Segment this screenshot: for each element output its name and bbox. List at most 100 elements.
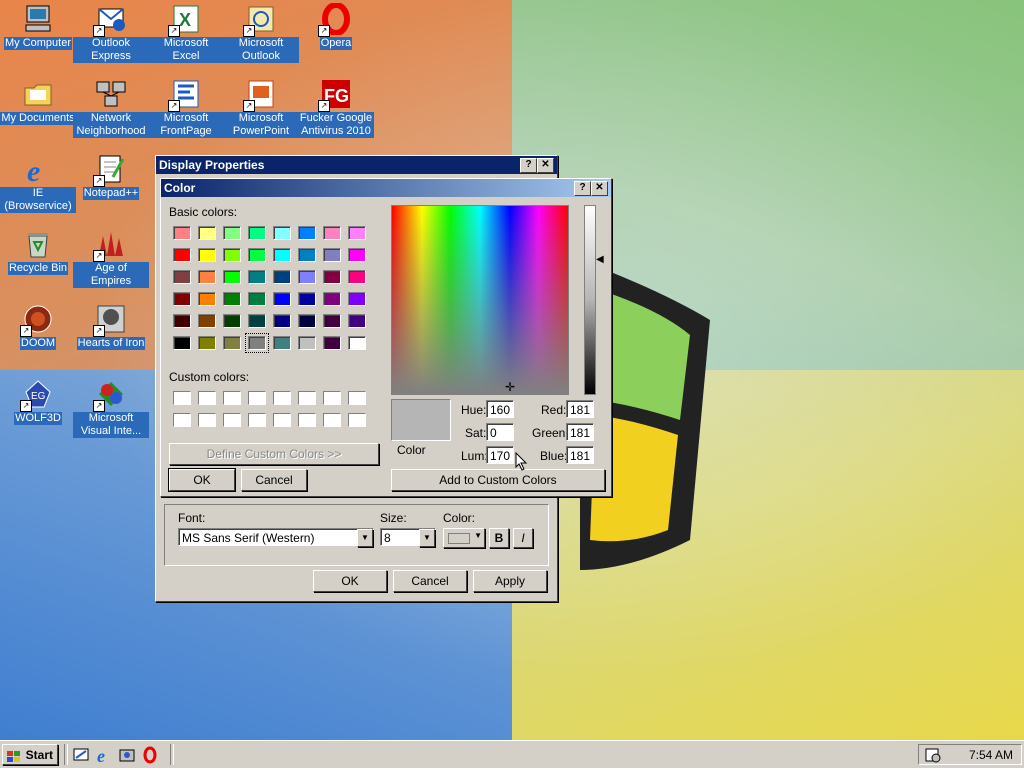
basic-color-swatch[interactable] (223, 270, 241, 284)
clock[interactable]: 7:54 AM (969, 745, 1013, 766)
desktop-icon-doom[interactable]: ↗ DOOM (0, 303, 76, 350)
basic-color-swatch[interactable] (348, 314, 366, 328)
basic-color-swatch[interactable] (173, 336, 191, 350)
ie-icon[interactable]: e (95, 746, 115, 766)
color-spectrum[interactable]: ✛ (391, 205, 569, 395)
opera-icon[interactable] (141, 746, 161, 764)
blue-input[interactable]: 181 (566, 446, 594, 464)
basic-color-swatch[interactable] (173, 226, 191, 240)
cancel-button[interactable]: Cancel (393, 570, 467, 592)
basic-color-swatch[interactable] (348, 248, 366, 262)
task-scheduler-icon[interactable] (925, 747, 941, 770)
basic-color-swatch[interactable] (273, 248, 291, 262)
basic-color-swatch[interactable] (298, 248, 316, 262)
basic-color-swatch[interactable] (248, 292, 266, 306)
basic-color-swatch[interactable] (348, 226, 366, 240)
desktop-icon-wolf3d[interactable]: EG ↗ WOLF3D (0, 378, 76, 425)
color-dialog-titlebar[interactable]: Color ? ✕ (161, 179, 611, 197)
basic-color-swatch[interactable] (348, 270, 366, 284)
basic-color-swatch[interactable] (323, 336, 341, 350)
basic-color-swatch[interactable] (245, 333, 269, 353)
basic-color-swatch[interactable] (298, 314, 316, 328)
custom-color-swatch[interactable] (273, 413, 291, 427)
basic-color-swatch[interactable] (298, 270, 316, 284)
custom-color-swatch[interactable] (248, 413, 266, 427)
basic-color-swatch[interactable] (348, 336, 366, 350)
desktop-icon-opera[interactable]: ↗ Opera (298, 2, 374, 50)
basic-color-swatch[interactable] (248, 314, 266, 328)
desktop-icon-network-neighborhood[interactable]: Network Neighborhood (73, 78, 149, 138)
luminosity-arrow-icon[interactable]: ◀ (596, 254, 604, 266)
desktop-icon-outlook-express[interactable]: ↗ Outlook Express (73, 3, 149, 63)
apply-button[interactable]: Apply (473, 570, 547, 592)
basic-color-swatch[interactable] (198, 270, 216, 284)
basic-color-swatch[interactable] (273, 336, 291, 350)
chevron-down-icon[interactable]: ▼ (419, 529, 435, 547)
custom-color-swatch[interactable] (198, 413, 216, 427)
custom-color-swatch[interactable] (248, 391, 266, 405)
desktop-icon-frontpage[interactable]: ↗ Microsoft FrontPage (148, 78, 224, 138)
basic-color-swatch[interactable] (348, 292, 366, 306)
desktop-icon-powerpoint[interactable]: ↗ Microsoft PowerPoint (223, 78, 299, 138)
color-cancel-button[interactable]: Cancel (241, 469, 307, 491)
basic-color-swatch[interactable] (173, 248, 191, 262)
basic-color-swatch[interactable] (323, 292, 341, 306)
desktop-icon-age-of-empires[interactable]: ↗ Age of Empires (73, 228, 149, 288)
basic-color-swatch[interactable] (298, 226, 316, 240)
lum-input[interactable]: 170 (486, 446, 514, 464)
basic-color-swatch[interactable] (198, 292, 216, 306)
size-select[interactable]: 8 ▼ (380, 528, 436, 547)
basic-color-swatch[interactable] (273, 314, 291, 328)
luminosity-bar[interactable] (584, 205, 596, 395)
basic-color-swatch[interactable] (323, 226, 341, 240)
custom-color-swatch[interactable] (323, 391, 341, 405)
hue-input[interactable]: 160 (486, 400, 514, 418)
custom-color-swatch[interactable] (298, 413, 316, 427)
font-select[interactable]: MS Sans Serif (Western) ▼ (178, 528, 374, 547)
help-button[interactable]: ? (520, 158, 537, 173)
chevron-down-icon[interactable]: ▼ (357, 529, 373, 547)
basic-color-swatch[interactable] (248, 248, 266, 262)
desktop-icon-excel[interactable]: X ↗ Microsoft Excel (148, 3, 224, 63)
custom-color-swatch[interactable] (348, 391, 366, 405)
custom-color-swatch[interactable] (323, 413, 341, 427)
desktop-icon-ie-browservice[interactable]: e IE (Browservice) (0, 153, 76, 213)
green-input[interactable]: 181 (566, 423, 594, 441)
custom-color-swatch[interactable] (173, 413, 191, 427)
custom-color-swatch[interactable] (273, 391, 291, 405)
basic-color-swatch[interactable] (223, 292, 241, 306)
custom-color-swatch[interactable] (173, 391, 191, 405)
basic-color-swatch[interactable] (198, 336, 216, 350)
basic-color-swatch[interactable] (223, 226, 241, 240)
font-color-picker[interactable]: ▼ (443, 528, 485, 548)
help-button[interactable]: ? (574, 181, 591, 196)
desktop-icon-outlook[interactable]: ↗ Microsoft Outlook (223, 3, 299, 63)
basic-color-swatch[interactable] (198, 226, 216, 240)
add-to-custom-colors-button[interactable]: Add to Custom Colors (391, 469, 605, 491)
show-desktop-icon[interactable] (72, 746, 92, 764)
channels-icon[interactable] (118, 746, 138, 764)
custom-color-swatch[interactable] (348, 413, 366, 427)
basic-color-swatch[interactable] (323, 314, 341, 328)
start-button[interactable]: Start (2, 744, 58, 765)
basic-color-swatch[interactable] (223, 336, 241, 350)
basic-color-swatch[interactable] (323, 270, 341, 284)
basic-color-swatch[interactable] (198, 248, 216, 262)
close-button[interactable]: ✕ (537, 158, 554, 173)
italic-toggle[interactable]: I (513, 528, 533, 548)
desktop-icon-notepad-plus[interactable]: ↗ Notepad++ (73, 153, 149, 200)
basic-color-swatch[interactable] (173, 314, 191, 328)
basic-color-swatch[interactable] (298, 336, 316, 350)
basic-color-swatch[interactable] (173, 270, 191, 284)
basic-color-swatch[interactable] (323, 248, 341, 262)
red-input[interactable]: 181 (566, 400, 594, 418)
desktop-icon-hearts-of-iron[interactable]: ↗ Hearts of Iron (73, 303, 149, 350)
basic-color-swatch[interactable] (223, 248, 241, 262)
ok-button[interactable]: OK (313, 570, 387, 592)
close-button[interactable]: ✕ (591, 181, 608, 196)
basic-color-swatch[interactable] (223, 314, 241, 328)
custom-color-swatch[interactable] (198, 391, 216, 405)
basic-color-swatch[interactable] (273, 270, 291, 284)
basic-color-swatch[interactable] (248, 270, 266, 284)
desktop-icon-my-documents[interactable]: My Documents (0, 78, 76, 125)
